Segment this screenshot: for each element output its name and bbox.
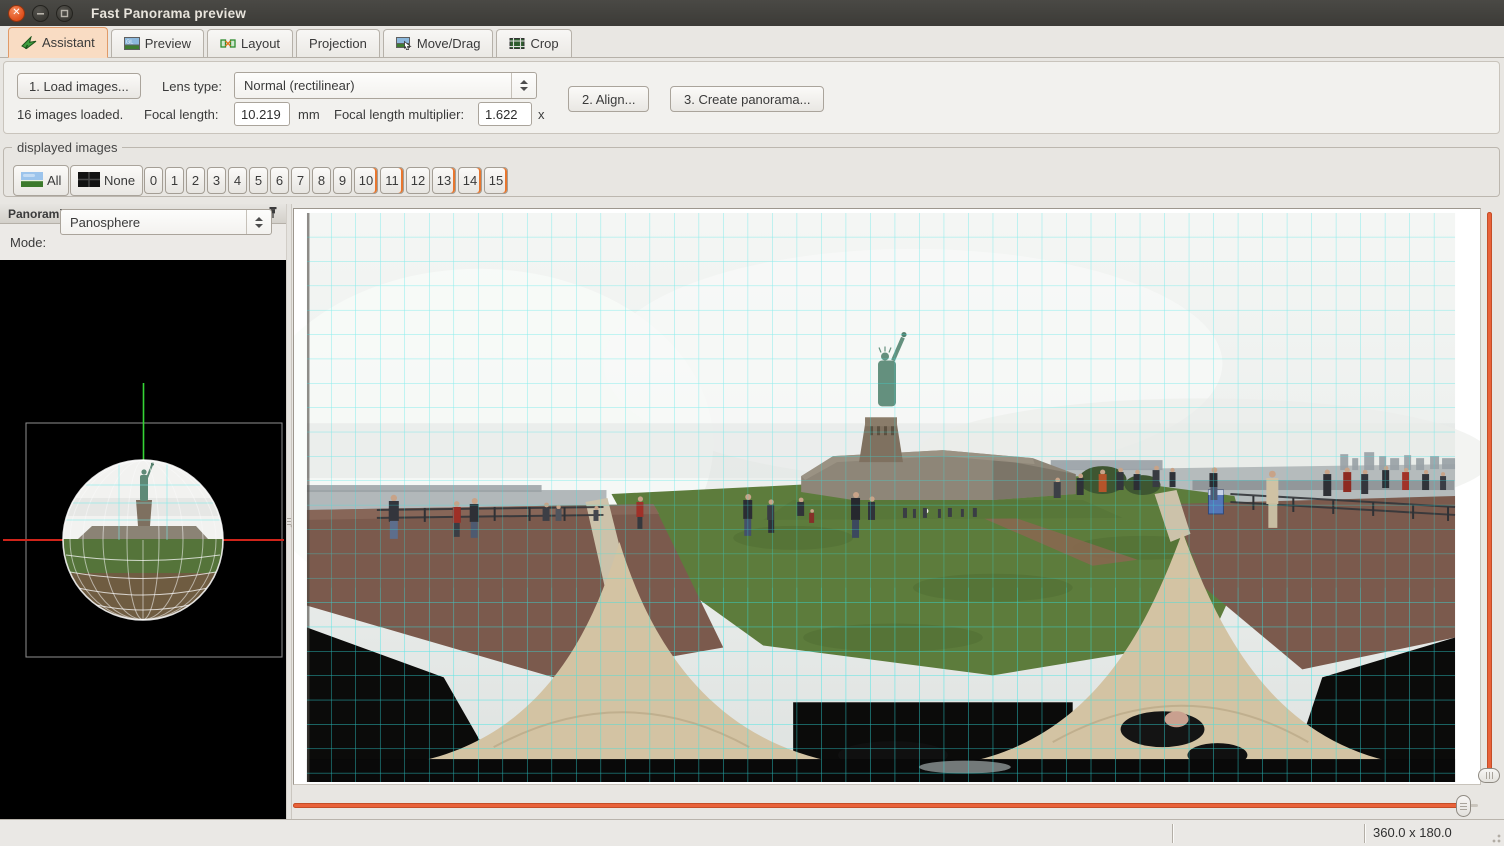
displayed-images-legend: displayed images	[12, 140, 122, 155]
image-toggle-button[interactable]: 7	[291, 167, 310, 194]
image-toggle-button[interactable]: 15	[484, 167, 508, 194]
panorama-rendering	[294, 209, 1480, 784]
tab-projection[interactable]: Projection	[296, 29, 380, 57]
spinner-arrows-icon[interactable]	[511, 73, 536, 98]
yaw-slider-track[interactable]	[293, 803, 1463, 808]
tab-label: Assistant	[42, 35, 95, 50]
image-toggle-button[interactable]: 0	[144, 167, 163, 194]
titlebar: ✕ Fast Panorama preview	[0, 0, 1504, 26]
tab-label: Preview	[145, 36, 191, 51]
images-loaded-status: 16 images loaded.	[17, 107, 123, 122]
image-toggle-button[interactable]: 9	[333, 167, 352, 194]
layout-icon	[220, 37, 236, 50]
tab-layout[interactable]: Layout	[207, 29, 293, 57]
tab-label: Projection	[309, 36, 367, 51]
focal-multiplier-label: Focal length multiplier:	[334, 107, 464, 122]
image-toggle-button[interactable]: 13	[432, 167, 456, 194]
close-icon[interactable]: ✕	[8, 5, 25, 22]
resize-grip-icon[interactable]	[1489, 831, 1501, 843]
window-controls: ✕	[0, 5, 73, 22]
tab-crop[interactable]: Crop	[496, 29, 571, 57]
panoramica-panel: Panoramica Mode: Panosphere	[0, 204, 286, 819]
displayed-images-group: displayed images All None 01234567891011…	[3, 140, 1500, 197]
align-button[interactable]: 2. Align...	[568, 86, 649, 112]
tab-bar: Assistant GL Preview Layout Projection M…	[0, 26, 1504, 58]
pano-size-status: 360.0 x 180.0	[1373, 825, 1452, 840]
focal-length-unit: mm	[298, 107, 320, 122]
minimize-icon[interactable]	[32, 5, 49, 22]
mode-select[interactable]: Panosphere	[60, 209, 272, 235]
image-toggle-buttons: 0123456789101112131415	[144, 167, 508, 194]
image-toggle-button[interactable]: 2	[186, 167, 205, 194]
panosphere-view[interactable]	[0, 260, 286, 819]
image-toggle-button[interactable]: 11	[380, 167, 404, 194]
tab-move-drag[interactable]: Move/Drag	[383, 29, 494, 57]
focal-multiplier-unit: x	[538, 107, 545, 122]
pitch-slider-handle[interactable]	[1478, 768, 1500, 783]
crop-icon	[509, 37, 525, 50]
mode-value: Panosphere	[61, 215, 246, 230]
tab-label: Layout	[241, 36, 280, 51]
panosphere-rendering	[0, 260, 286, 819]
tab-assistant[interactable]: Assistant	[8, 27, 108, 58]
create-panorama-button[interactable]: 3. Create panorama...	[670, 86, 824, 112]
pitch-slider-track[interactable]	[1487, 212, 1492, 778]
assistant-toolbar: 1. Load images... Lens type: Normal (rec…	[3, 61, 1500, 134]
spinner-arrows-icon[interactable]	[246, 210, 271, 234]
image-toggle-button[interactable]: 10	[354, 167, 378, 194]
focal-length-input[interactable]	[234, 102, 290, 126]
mode-label: Mode:	[10, 235, 46, 250]
image-toggle-button[interactable]: 4	[228, 167, 247, 194]
load-images-button[interactable]: 1. Load images...	[17, 73, 141, 99]
yaw-slider-handle[interactable]	[1456, 795, 1471, 817]
move-drag-icon	[396, 37, 412, 50]
window-title: Fast Panorama preview	[91, 6, 246, 21]
image-toggle-button[interactable]: 12	[406, 167, 430, 194]
tab-preview[interactable]: GL Preview	[111, 29, 204, 57]
show-none-button[interactable]: None	[70, 165, 143, 196]
mode-row: Mode: Panosphere	[0, 224, 286, 260]
preview-icon: GL	[124, 37, 140, 50]
panorama-canvas[interactable]	[293, 208, 1481, 785]
image-toggle-button[interactable]: 5	[249, 167, 268, 194]
focal-length-label: Focal length:	[144, 107, 218, 122]
tab-label: Move/Drag	[417, 36, 481, 51]
assistant-icon	[21, 36, 37, 50]
tab-label: Crop	[530, 36, 558, 51]
svg-text:GL: GL	[126, 40, 133, 46]
status-bar: 360.0 x 180.0	[0, 819, 1504, 846]
image-toggle-button[interactable]: 8	[312, 167, 331, 194]
show-all-button[interactable]: All	[13, 165, 69, 196]
image-toggle-button[interactable]: 14	[458, 167, 482, 194]
focal-multiplier-input[interactable]	[478, 102, 532, 126]
all-images-icon	[21, 172, 43, 190]
maximize-icon[interactable]	[56, 5, 73, 22]
image-toggle-button[interactable]: 3	[207, 167, 226, 194]
no-images-icon	[78, 172, 100, 190]
preview-area	[292, 204, 1504, 819]
lens-type-value: Normal (rectilinear)	[235, 78, 511, 93]
image-toggle-button[interactable]: 1	[165, 167, 184, 194]
lens-type-select[interactable]: Normal (rectilinear)	[234, 72, 537, 99]
lens-type-label: Lens type:	[162, 79, 222, 94]
image-toggle-button[interactable]: 6	[270, 167, 289, 194]
